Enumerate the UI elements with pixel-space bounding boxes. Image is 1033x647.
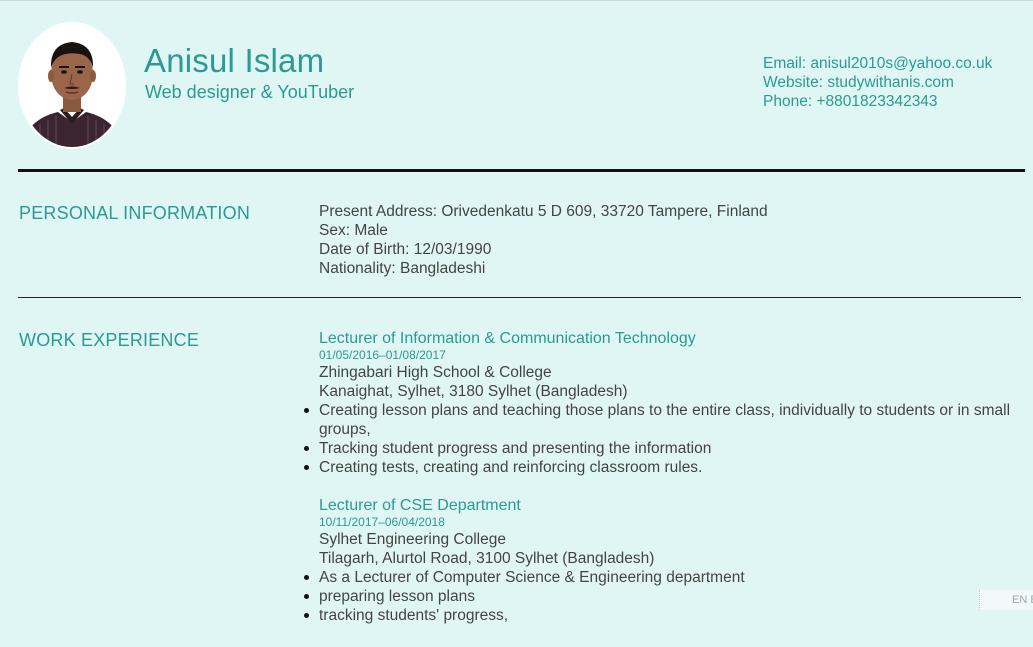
profile-photo: [20, 24, 124, 147]
job-dates: 10/11/2017–06/04/2018: [319, 515, 445, 529]
section-divider: [18, 297, 1021, 298]
job-dates: 01/05/2016–01/08/2017: [319, 348, 446, 362]
work-experience-body: Lecturer of Information & Communication …: [304, 329, 1019, 644]
present-address: Present Address: Orivedenkatu 5 D 609, 3…: [319, 203, 768, 220]
duty-text: Creating lesson plans and teaching those…: [319, 402, 1011, 419]
contact-email[interactable]: Email: anisul2010s@yahoo.co.uk: [763, 54, 992, 73]
personal-info-heading: PERSONAL INFORMATION: [19, 203, 251, 223]
job-duties: As a Lecturer of Computer Science & Engi…: [304, 568, 1019, 625]
duty-item: preparing lesson plans: [304, 587, 1019, 606]
resume-header: Anisul Islam Web designer & YouTuber Ema…: [0, 0, 1033, 170]
language-switcher[interactable]: EN E: [979, 590, 1033, 610]
job-duties: Creating lesson plans and teaching those…: [304, 401, 1019, 477]
duty-text-continued: groups,: [319, 421, 371, 438]
job-entry: Lecturer of CSE Department 10/11/2017–06…: [304, 496, 1019, 625]
duty-text: preparing lesson plans: [319, 588, 475, 605]
work-experience-heading: WORK EXPERIENCE: [19, 330, 200, 350]
job-employer: Sylhet Engineering College: [319, 531, 506, 548]
job-title: Lecturer of Information & Communication …: [319, 330, 696, 347]
profile-title: Web designer & YouTuber: [145, 82, 355, 102]
duty-text: Tracking student progress and presenting…: [319, 440, 712, 457]
job-location: Tilagarh, Alurtol Road, 3100 Sylhet (Ban…: [319, 550, 655, 567]
duty-text: tracking students' progress,: [319, 607, 509, 624]
personal-info-body: Present Address: Orivedenkatu 5 D 609, 3…: [319, 202, 1019, 278]
avatar-icon: [20, 24, 124, 147]
sex: Sex: Male: [319, 222, 388, 239]
job-title: Lecturer of CSE Department: [319, 497, 521, 514]
date-of-birth: Date of Birth: 12/03/1990: [319, 241, 492, 258]
job-entry: Lecturer of Information & Communication …: [304, 329, 1019, 477]
duty-item: Tracking student progress and presenting…: [304, 439, 1019, 458]
duty-item: Creating tests, creating and reinforcing…: [304, 458, 1019, 477]
job-employer: Zhingabari High School & College: [319, 364, 552, 381]
duty-item: As a Lecturer of Computer Science & Engi…: [304, 568, 1019, 587]
duty-text: As a Lecturer of Computer Science & Engi…: [319, 569, 745, 586]
header-divider: [18, 169, 1025, 172]
job-location: Kanaighat, Sylhet, 3180 Sylhet (Banglade…: [319, 383, 628, 400]
duty-text: Creating tests, creating and reinforcing…: [319, 459, 703, 476]
contact-block: Email: anisul2010s@yahoo.co.uk Website: …: [763, 54, 992, 111]
profile-name: Anisul Islam: [144, 42, 325, 79]
contact-phone[interactable]: Phone: +8801823342343: [763, 92, 992, 111]
duty-item: tracking students' progress,: [304, 606, 1019, 625]
contact-website[interactable]: Website: studywithanis.com: [763, 73, 992, 92]
duty-item: Creating lesson plans and teaching those…: [304, 401, 1019, 439]
nationality: Nationality: Bangladeshi: [319, 260, 486, 277]
